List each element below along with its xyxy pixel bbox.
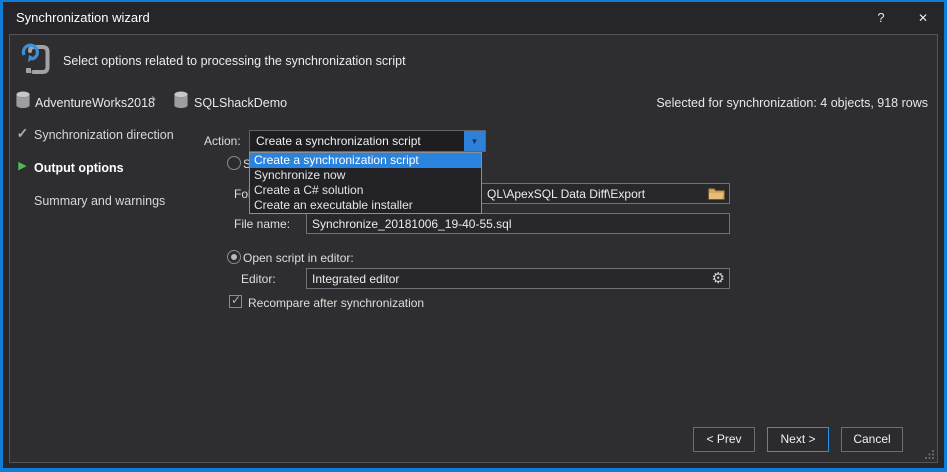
recompare-label: Recompare after synchronization [248, 296, 424, 310]
editor-settings-gear-icon[interactable]: ⚙ [712, 270, 725, 288]
sync-script-icon [19, 41, 53, 79]
synchronization-wizard-window: Synchronization wizard ? ✕ Select option… [0, 0, 947, 472]
chevron-down-icon: ▼ [471, 137, 479, 146]
wizard-step-description: Select options related to processing the… [63, 54, 406, 68]
file-name-input[interactable]: Synchronize_20181006_19-40-55.sql [306, 213, 730, 234]
step-completed-check-icon: ✓ [14, 125, 31, 142]
resize-grip[interactable] [924, 449, 935, 460]
checkmark-icon: ✓ [231, 293, 241, 307]
open-in-editor-radio[interactable] [227, 250, 241, 264]
close-button[interactable]: ✕ [912, 9, 934, 27]
step-current-arrow-icon: ▶ [14, 159, 31, 172]
save-script-radio[interactable] [227, 156, 241, 170]
breadcrumb-target-database[interactable]: SQLShackDemo [194, 96, 287, 110]
recompare-checkbox[interactable]: ✓ [229, 295, 242, 308]
folder-path-value: QL\ApexSQL Data Diff\Export [487, 187, 645, 201]
wizard-content: Select options related to processing the… [9, 34, 938, 463]
browse-folder-icon[interactable] [708, 187, 725, 200]
sidebar-step-output-options[interactable]: Output options [34, 161, 124, 175]
open-in-editor-label: Open script in editor: [243, 251, 354, 265]
action-label: Action: [204, 134, 241, 148]
database-icon [173, 91, 189, 109]
database-icon [15, 91, 31, 109]
prev-button[interactable]: < Prev [693, 427, 755, 452]
action-dropdown-list: Create a synchronization script Synchron… [249, 152, 482, 214]
cancel-button[interactable]: Cancel [841, 427, 903, 452]
dropdown-option-executable-installer[interactable]: Create an executable installer [250, 198, 481, 213]
file-name-label: File name: [234, 217, 290, 231]
selection-summary: Selected for synchronization: 4 objects,… [656, 96, 928, 110]
editor-label: Editor: [241, 272, 276, 286]
action-combobox-dropdown-button[interactable]: ▼ [464, 131, 485, 151]
dropdown-option-synchronize-now[interactable]: Synchronize now [250, 168, 481, 183]
breadcrumb-source-database[interactable]: AdventureWorks2018 [35, 96, 155, 110]
help-button[interactable]: ? [870, 9, 892, 27]
editor-input[interactable]: Integrated editor ⚙ [306, 268, 730, 289]
dropdown-option-csharp-solution[interactable]: Create a C# solution [250, 183, 481, 198]
file-name-value: Synchronize_20181006_19-40-55.sql [312, 217, 511, 231]
action-combobox-value: Create a synchronization script [256, 134, 421, 148]
editor-value: Integrated editor [312, 272, 399, 286]
window-title: Synchronization wizard [16, 10, 150, 25]
action-combobox[interactable]: Create a synchronization script ▼ [249, 130, 486, 152]
title-bar[interactable]: Synchronization wizard ? ✕ [3, 2, 944, 34]
next-button[interactable]: Next > [767, 427, 829, 452]
dropdown-option-create-script[interactable]: Create a synchronization script [250, 153, 481, 168]
sidebar-step-summary-and-warnings[interactable]: Summary and warnings [34, 194, 165, 208]
sidebar-step-synchronization-direction[interactable]: Synchronization direction [34, 128, 174, 142]
breadcrumb-chevron-icon: › [151, 90, 156, 107]
